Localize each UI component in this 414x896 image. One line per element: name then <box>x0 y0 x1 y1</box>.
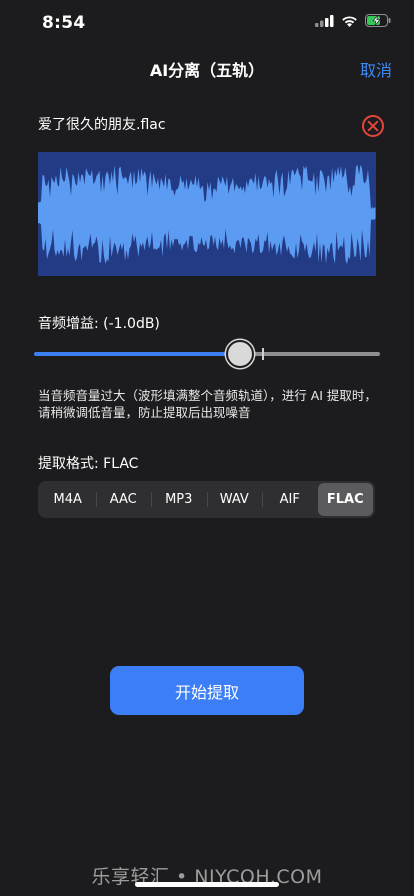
gain-label: 音频增益: (-1.0dB) <box>38 316 160 332</box>
format-option-flac[interactable]: FLAC <box>317 483 373 516</box>
waveform <box>38 152 376 276</box>
format-option-wav[interactable]: WAV <box>206 483 263 516</box>
format-segmented-control: M4A AAC MP3 WAV AIF FLAC <box>38 481 375 518</box>
file-name: 爱了很久的朋友.flac <box>38 117 166 133</box>
status-icons <box>315 14 392 27</box>
gain-slider[interactable] <box>34 340 380 368</box>
battery-charging-icon <box>365 14 391 27</box>
format-label: 提取格式: FLAC <box>38 456 139 472</box>
status-time: 8:54 <box>42 13 86 33</box>
cancel-button[interactable]: 取消 <box>360 57 392 81</box>
format-option-aif[interactable]: AIF <box>262 483 318 516</box>
slider-track <box>238 352 380 356</box>
gain-hint: 当音频音量过大（波形填满整个音频轨道），进行 AI 提取时，请稍微调低音量，防止… <box>38 388 377 420</box>
wifi-icon <box>342 15 357 27</box>
slider-thumb[interactable] <box>226 340 255 368</box>
start-extract-button[interactable]: 开始提取 <box>110 666 304 715</box>
format-option-mp3[interactable]: MP3 <box>151 483 207 516</box>
slider-fill <box>34 352 239 356</box>
waveform-shape <box>38 164 376 265</box>
page-title: AI分离（五轨） <box>149 61 265 80</box>
remove-file-icon[interactable] <box>361 114 385 138</box>
signal-icon <box>315 14 334 27</box>
format-option-aac[interactable]: AAC <box>95 483 152 516</box>
slider-marker <box>262 348 264 360</box>
home-indicator <box>135 882 279 887</box>
format-option-m4a[interactable]: M4A <box>40 483 96 516</box>
waveform-graphic <box>38 164 376 265</box>
